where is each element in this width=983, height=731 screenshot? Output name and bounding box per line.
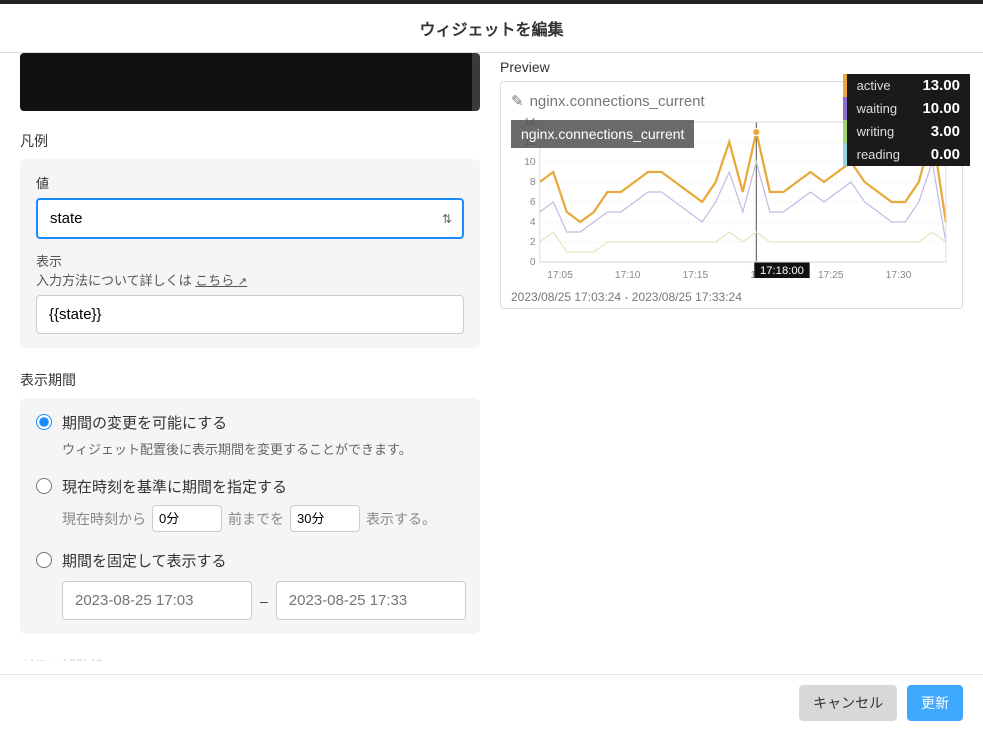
svg-text:17:18:00: 17:18:00 [760, 265, 804, 277]
period-opt2-pre: 現在時刻から [62, 509, 146, 529]
modal-footer: キャンセル 更新 [0, 674, 983, 731]
svg-text:2: 2 [530, 237, 536, 248]
period-fixed-to-input[interactable] [276, 581, 466, 620]
period-opt2-mid: 前までを [228, 509, 284, 529]
config-preview-dark [20, 53, 480, 111]
period-relative-span-select[interactable]: 30分 [290, 505, 360, 532]
legend-value: 3.00 [910, 123, 960, 140]
legend-row: active 13.00 [843, 74, 970, 97]
cancel-button[interactable]: キャンセル [799, 685, 897, 721]
chart-range-text: 2023/08/25 17:03:24 - 2023/08/25 17:33:2… [511, 290, 952, 304]
legend-name: active [857, 78, 900, 93]
legend-value: 10.00 [910, 100, 960, 117]
svg-text:17:05: 17:05 [547, 270, 573, 281]
help-text: 入力方法について詳しくは [36, 273, 195, 288]
legend-value: 0.00 [910, 146, 960, 163]
aux-line-title: グラフ補助線 [20, 656, 480, 661]
preview-label: Preview [500, 59, 963, 75]
legend-value: 13.00 [910, 77, 960, 94]
chart-tooltip-title: nginx.connections_current [511, 120, 694, 148]
modal-body: 凡例 値 state ⇅ 表示 入力方法について詳しくは こちら ↗ 表示期間 … [0, 53, 983, 661]
svg-text:4: 4 [530, 217, 536, 228]
value-select[interactable]: state [36, 198, 464, 239]
svg-text:17:10: 17:10 [615, 270, 641, 281]
svg-text:10: 10 [524, 157, 536, 168]
period-section-title: 表示期間 [20, 370, 480, 390]
svg-text:8: 8 [530, 177, 536, 188]
chart-metric-title: nginx.connections_current [530, 93, 705, 110]
display-format-input[interactable] [36, 295, 464, 334]
period-radio-changeable[interactable] [36, 414, 52, 430]
chart-container: ✎ nginx.connections_current nginx.connec… [500, 81, 963, 309]
svg-text:6: 6 [530, 197, 536, 208]
legend-row: waiting 10.00 [843, 97, 970, 120]
period-opt1-desc: ウィジェット配置後に表示期間を変更することができます。 [62, 439, 464, 458]
legend-name: waiting [857, 101, 900, 116]
legend-row: writing 3.00 [843, 120, 970, 143]
chart-legend-box: active 13.00 waiting 10.00 writing 3.00 readin… [843, 74, 970, 166]
legend-section-title: 凡例 [20, 131, 480, 151]
help-link[interactable]: こちら ↗ [195, 273, 247, 288]
period-fixed-from-input[interactable] [62, 581, 252, 620]
svg-text:0: 0 [530, 257, 536, 268]
value-select-wrap: state ⇅ [36, 198, 464, 239]
period-radio-relative[interactable] [36, 478, 52, 494]
period-radio-fixed[interactable] [36, 552, 52, 568]
legend-panel: 値 state ⇅ 表示 入力方法について詳しくは こちら ↗ [20, 159, 480, 348]
period-opt2-label: 現在時刻を基準に期間を指定する [62, 476, 287, 497]
left-column: 凡例 値 state ⇅ 表示 入力方法について詳しくは こちら ↗ 表示期間 … [20, 53, 500, 661]
period-relative-from-select[interactable]: 0分 [152, 505, 222, 532]
display-field-label: 表示 [36, 254, 62, 269]
period-fixed-dash: – [260, 593, 268, 609]
external-link-icon: ↗ [238, 276, 247, 288]
legend-row: reading 0.00 [843, 143, 970, 166]
value-field-label: 値 [36, 173, 464, 192]
svg-text:17:25: 17:25 [818, 270, 844, 281]
modal-title: ウィジェットを編集 [0, 0, 983, 53]
legend-name: reading [857, 147, 900, 162]
legend-name: writing [857, 124, 900, 139]
period-opt2-post: 表示する。 [366, 509, 436, 529]
svg-text:17:30: 17:30 [886, 270, 912, 281]
pencil-icon[interactable]: ✎ [511, 92, 524, 110]
period-panel: 期間の変更を可能にする ウィジェット配置後に表示期間を変更することができます。 … [20, 398, 480, 634]
period-opt3-label: 期間を固定して表示する [62, 550, 227, 571]
period-opt1-label: 期間の変更を可能にする [62, 412, 227, 433]
update-button[interactable]: 更新 [907, 685, 963, 721]
svg-text:17:15: 17:15 [683, 270, 709, 281]
right-column: Preview ✎ nginx.connections_current ngin… [500, 53, 963, 661]
